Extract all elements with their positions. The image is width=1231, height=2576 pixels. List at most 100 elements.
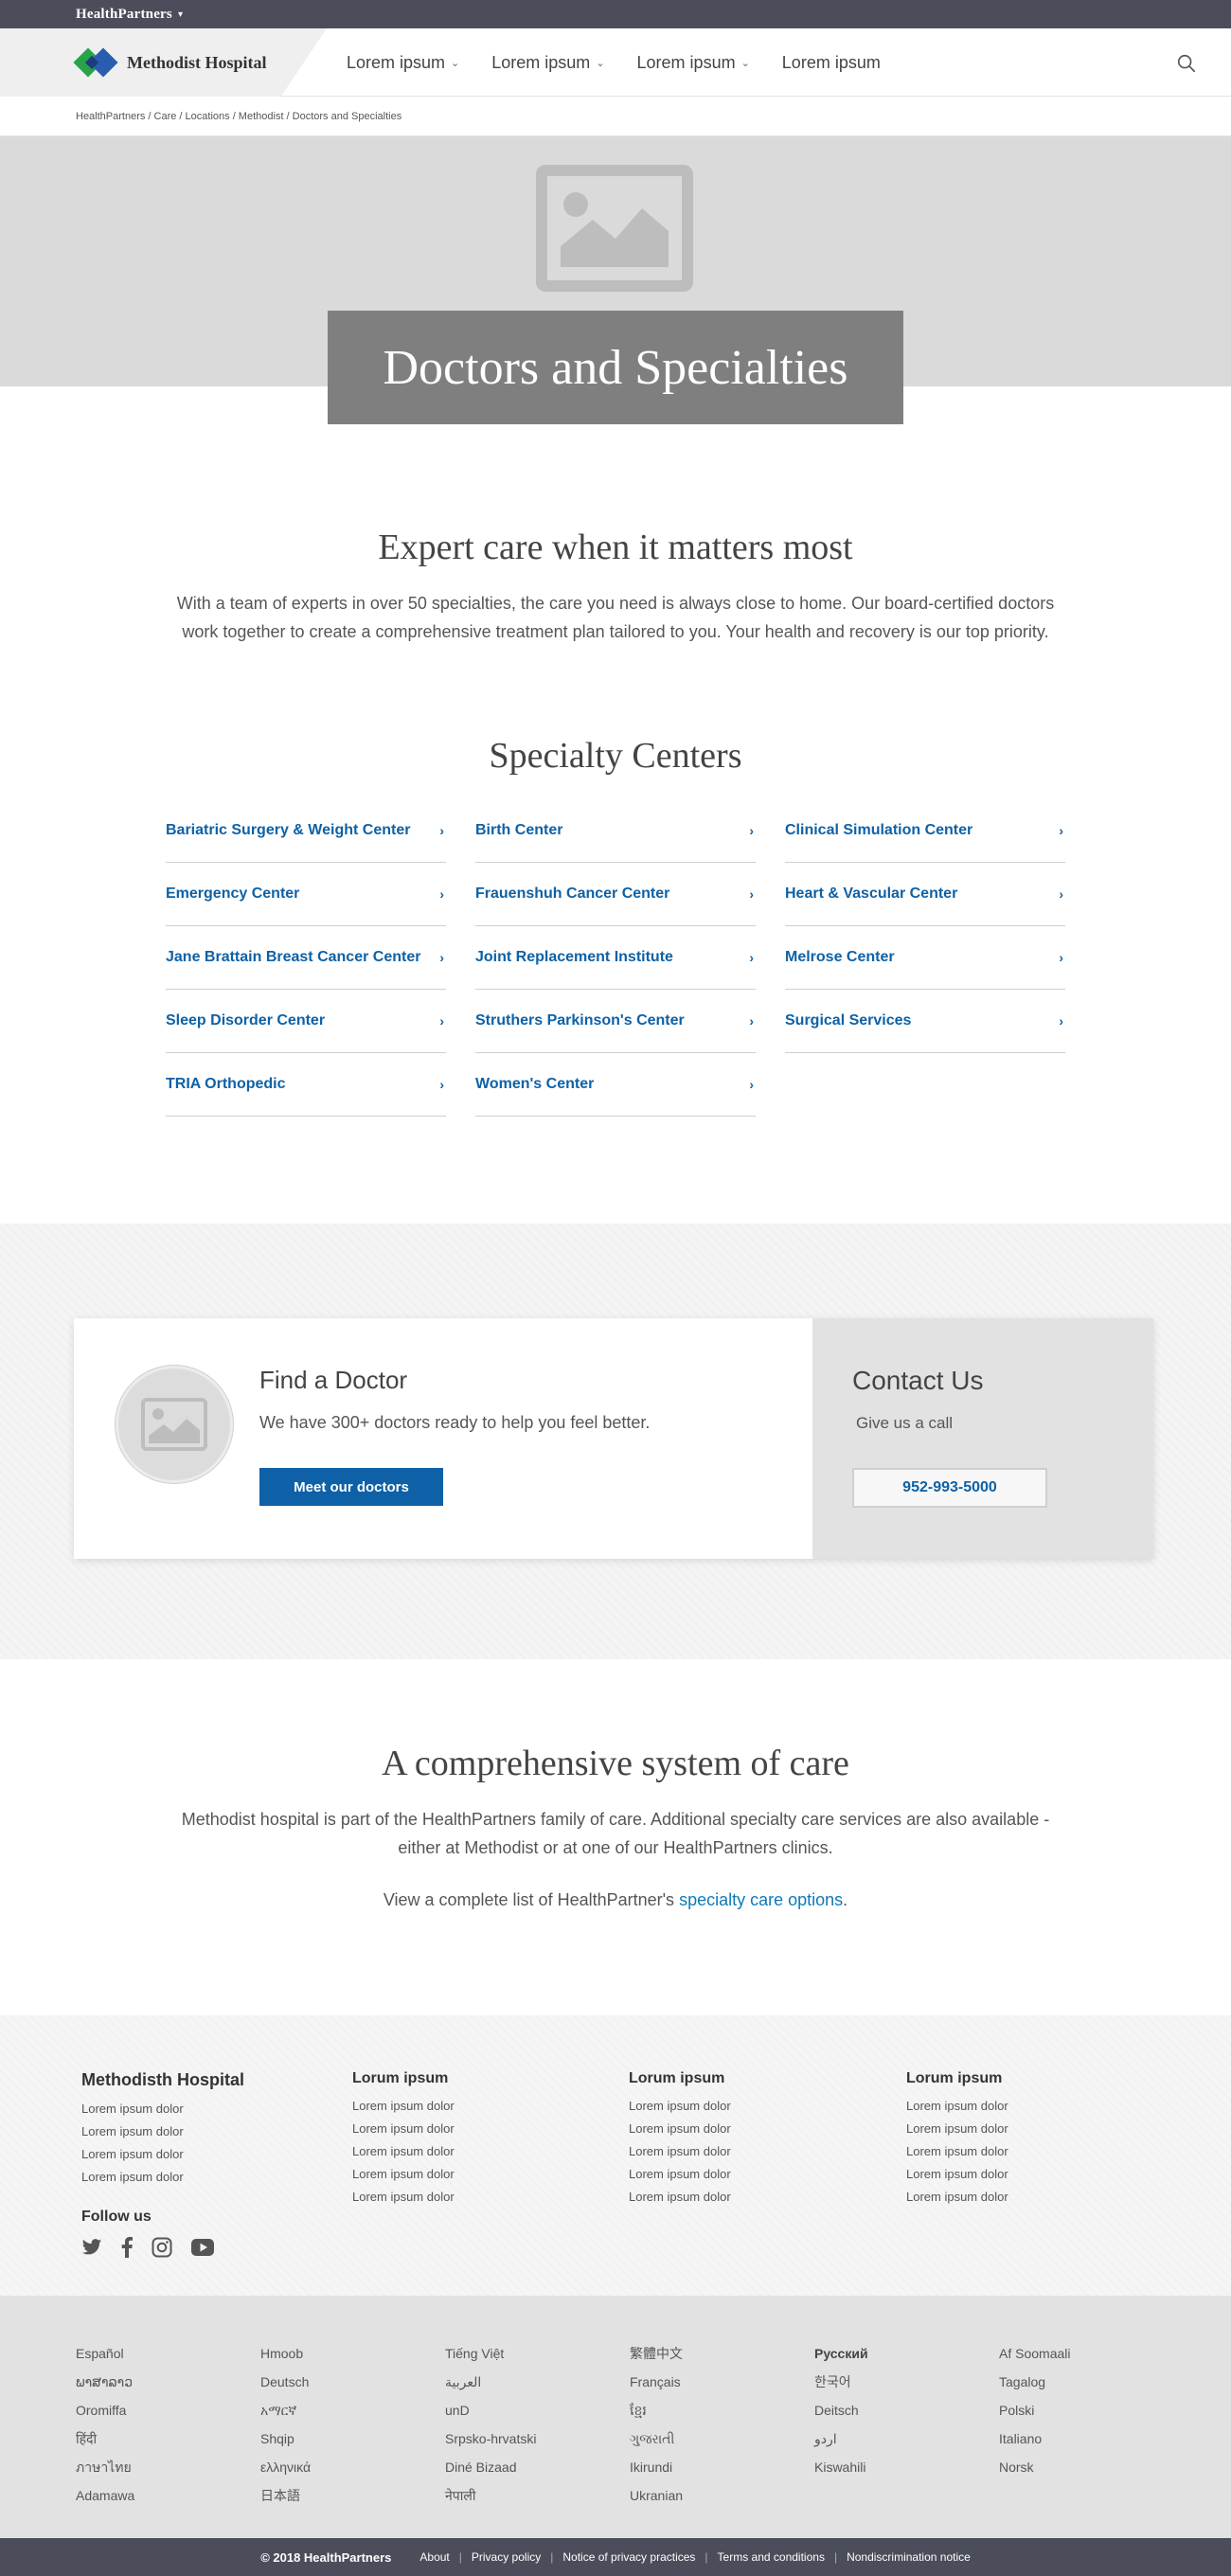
language-link[interactable]: Italiano: [999, 2424, 1070, 2453]
specialty-center-link[interactable]: TRIA Orthopedic ›: [166, 1053, 446, 1117]
specialty-center-label: Emergency Center: [166, 886, 300, 902]
specialty-center-link[interactable]: Birth Center ›: [475, 799, 756, 863]
language-link[interactable]: Diné Bizaad: [445, 2453, 536, 2481]
footer-link[interactable]: Lorem ipsum dolor: [629, 2163, 731, 2186]
specialty-center-link[interactable]: Bariatric Surgery & Weight Center ›: [166, 799, 446, 863]
legal-link[interactable]: About: [419, 2550, 449, 2564]
specialty-center-link[interactable]: Heart & Vascular Center ›: [785, 863, 1065, 926]
language-link[interactable]: Ikirundi: [630, 2453, 683, 2481]
chevron-right-icon: ›: [1059, 950, 1063, 965]
footer-link[interactable]: Lorem ipsum dolor: [81, 2166, 244, 2189]
specialty-center-link[interactable]: Women's Center ›: [475, 1053, 756, 1117]
breadcrumb[interactable]: HealthPartners / Care / Locations / Meth…: [0, 97, 1231, 136]
language-link[interactable]: Adamawa: [76, 2481, 134, 2510]
nav-item-1[interactable]: Lorem ipsum ⌄: [347, 53, 459, 73]
brand-switcher[interactable]: HealthPartners ▾: [76, 7, 183, 23]
footer-link[interactable]: Lorem ipsum dolor: [906, 2140, 1008, 2163]
language-link[interactable]: Shqip: [260, 2424, 311, 2453]
language-link[interactable]: Español: [76, 2339, 134, 2368]
language-link[interactable]: Français: [630, 2368, 683, 2396]
language-link[interactable]: اردو: [814, 2424, 868, 2453]
specialty-center-link[interactable]: Surgical Services ›: [785, 990, 1065, 1053]
footer-link[interactable]: Lorem ipsum dolor: [352, 2163, 455, 2186]
specialty-center-link[interactable]: Jane Brattain Breast Cancer Center ›: [166, 926, 446, 990]
specialty-center-link[interactable]: Emergency Center ›: [166, 863, 446, 926]
main-nav: Methodist Hospital Lorem ipsum ⌄ Lorem ip…: [0, 28, 1231, 97]
chevron-down-icon: ▾: [177, 9, 184, 20]
language-link[interactable]: Srpsko-hrvatski: [445, 2424, 536, 2453]
nav-item-2[interactable]: Lorem ipsum ⌄: [491, 53, 604, 73]
language-link[interactable]: Русский: [814, 2339, 868, 2368]
footer-link[interactable]: Lorem ipsum dolor: [352, 2095, 455, 2118]
twitter-icon[interactable]: [81, 2238, 102, 2257]
language-link[interactable]: 日本語: [260, 2481, 311, 2510]
specialty-center-link[interactable]: Frauenshuh Cancer Center ›: [475, 863, 756, 926]
footer-link[interactable]: Lorem ipsum dolor: [906, 2163, 1008, 2186]
specialty-center-link[interactable]: Struthers Parkinson's Center ›: [475, 990, 756, 1053]
footer-column-4: Lorum ipsum Lorem ipsum dolor Lorem ipsum…: [906, 2070, 1008, 2209]
specialty-center-label: Melrose Center: [785, 949, 895, 965]
hero-banner: Doctors and Specialties: [0, 136, 1231, 424]
site-logo[interactable]: Methodist Hospital: [73, 47, 267, 78]
language-link[interactable]: Tiếng Việt: [445, 2339, 536, 2368]
system-of-care-section: A comprehensive system of care Methodist…: [0, 1743, 1231, 1910]
footer-link[interactable]: Lorem ipsum dolor: [629, 2186, 731, 2209]
language-link[interactable]: Af Soomaali: [999, 2339, 1070, 2368]
language-link[interactable]: Norsk: [999, 2453, 1070, 2481]
facebook-icon[interactable]: [121, 2237, 133, 2258]
footer-link[interactable]: Lorem ipsum dolor: [629, 2095, 731, 2118]
language-link[interactable]: ខ្មែរ: [630, 2396, 683, 2424]
language-link[interactable]: हिंदी: [76, 2424, 134, 2453]
legal-link[interactable]: Nondiscrimination notice: [847, 2550, 971, 2564]
language-link[interactable]: Deitsch: [814, 2396, 868, 2424]
footer-link[interactable]: Lorem ipsum dolor: [906, 2095, 1008, 2118]
language-link[interactable]: Oromiffa: [76, 2396, 134, 2424]
language-link[interactable]: Polski: [999, 2396, 1070, 2424]
nav-item-3[interactable]: Lorem ipsum ⌄: [637, 53, 750, 73]
footer-link[interactable]: Lorem ipsum dolor: [352, 2140, 455, 2163]
language-link[interactable]: Deutsch: [260, 2368, 311, 2396]
footer-link[interactable]: Lorem ipsum dolor: [352, 2186, 455, 2209]
footer-link[interactable]: Lorem ipsum dolor: [629, 2140, 731, 2163]
language-link[interactable]: नेपाली: [445, 2481, 536, 2510]
language-link[interactable]: 한국어: [814, 2368, 868, 2396]
meet-our-doctors-button[interactable]: Meet our doctors: [259, 1468, 443, 1506]
language-link[interactable]: Ukranian: [630, 2481, 683, 2510]
language-link[interactable]: ภาษาไทย: [76, 2453, 134, 2481]
language-link[interactable]: العربية: [445, 2368, 536, 2396]
specialty-center-label: Heart & Vascular Center: [785, 886, 958, 902]
legal-link[interactable]: Terms and conditions: [718, 2550, 825, 2564]
language-link[interactable]: unD: [445, 2396, 536, 2424]
search-icon[interactable]: [1176, 53, 1197, 74]
language-link[interactable]: 繁體中文: [630, 2339, 683, 2368]
footer-link[interactable]: Lorem ipsum dolor: [81, 2143, 244, 2166]
footer-link[interactable]: Lorem ipsum dolor: [906, 2186, 1008, 2209]
footer-link[interactable]: Lorem ipsum dolor: [81, 2098, 244, 2120]
footer-column-title: Lorum ipsum: [629, 2070, 725, 2086]
youtube-icon[interactable]: [191, 2239, 214, 2256]
specialty-center-link[interactable]: Clinical Simulation Center ›: [785, 799, 1065, 863]
language-link[interactable]: ພາສາລາວ: [76, 2368, 134, 2396]
language-link[interactable]: Hmoob: [260, 2339, 311, 2368]
top-utility-bar: HealthPartners ▾: [0, 0, 1231, 28]
legal-link[interactable]: Notice of privacy practices: [562, 2550, 695, 2564]
specialty-center-link[interactable]: Sleep Disorder Center ›: [166, 990, 446, 1053]
specialty-care-options-link[interactable]: specialty care options: [679, 1890, 843, 1909]
footer-link[interactable]: Lorem ipsum dolor: [629, 2118, 731, 2140]
footer-column-title: Methodisth Hospital: [81, 2070, 244, 2089]
phone-button[interactable]: 952-993-5000: [852, 1468, 1047, 1508]
footer-link[interactable]: Lorem ipsum dolor: [352, 2118, 455, 2140]
footer-link[interactable]: Lorem ipsum dolor: [906, 2118, 1008, 2140]
language-link[interactable]: Tagalog: [999, 2368, 1070, 2396]
language-link[interactable]: አማርኛ: [260, 2396, 311, 2424]
language-link[interactable]: ελληνικά: [260, 2453, 311, 2481]
specialty-center-link[interactable]: Melrose Center ›: [785, 926, 1065, 990]
language-link[interactable]: Kiswahili: [814, 2453, 868, 2481]
footer-link[interactable]: Lorem ipsum dolor: [81, 2120, 244, 2143]
specialty-center-link[interactable]: Joint Replacement Institute ›: [475, 926, 756, 990]
legal-link[interactable]: Privacy policy: [472, 2550, 541, 2564]
instagram-icon[interactable]: [152, 2237, 172, 2258]
nav-item-4[interactable]: Lorem ipsum: [782, 53, 881, 73]
footer-column-1: Methodisth Hospital Lorem ipsum dolor Lor…: [81, 2070, 244, 2189]
language-link[interactable]: ગુજરાતી: [630, 2424, 683, 2453]
